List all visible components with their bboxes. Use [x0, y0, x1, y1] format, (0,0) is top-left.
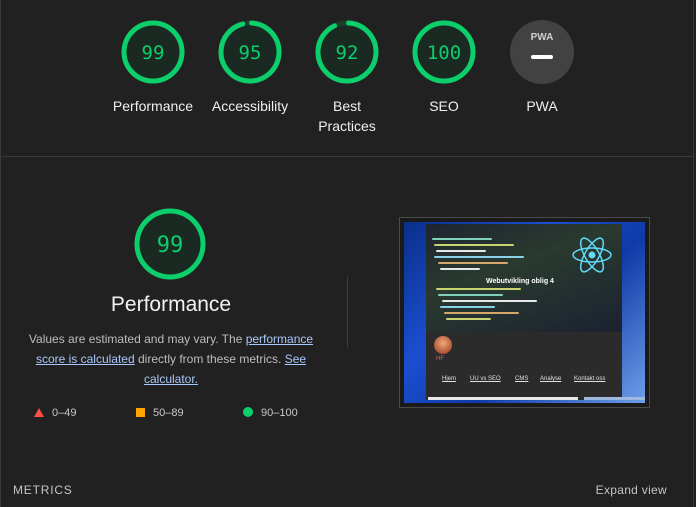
- best-practices-score-ring: 92: [315, 20, 379, 84]
- gauge-label-performance: Performance: [112, 98, 194, 114]
- performance-section: 99 Performance Values are estimated and …: [1, 157, 693, 507]
- avatar-initials: HF: [436, 356, 444, 362]
- metrics-heading: METRICS: [13, 483, 73, 497]
- gauge-pwa[interactable]: PWA PWA: [492, 20, 592, 116]
- nav-link-cms: CMS: [515, 376, 529, 382]
- performance-description: Values are estimated and may vary. The p…: [23, 329, 319, 389]
- nav-link-uu-vs-seo: UU vs SEO: [470, 376, 501, 382]
- gauge-label-seo: SEO: [429, 98, 459, 114]
- screenshot-hero-image: Webutvikling oblig 4: [426, 224, 622, 332]
- performance-main-gauge: 99: [133, 207, 207, 286]
- seo-score: 100: [427, 42, 461, 64]
- pass-circle-icon: [243, 407, 253, 417]
- final-screenshot-thumbnail[interactable]: Webutvikling oblig 4 HF Hjem UU vs SEO C…: [399, 217, 650, 408]
- performance-title: Performance: [110, 293, 232, 316]
- pwa-dash-icon: [531, 55, 553, 59]
- gauge-performance[interactable]: 99 Performance: [103, 20, 203, 116]
- gauge-label-pwa: PWA: [526, 98, 558, 114]
- desc-text-2: directly from these metrics.: [134, 352, 285, 366]
- legend-fail-label: 0–49: [52, 407, 77, 419]
- fail-triangle-icon: [34, 408, 44, 417]
- desc-text-1: Values are estimated and may vary. The: [28, 332, 246, 346]
- seo-score-ring: 100: [412, 20, 476, 84]
- category-gauges: 99 Performance 95 Accessibility 92 Best …: [1, 0, 693, 157]
- screenshot-desktop: Webutvikling oblig 4 HF Hjem UU vs SEO C…: [404, 222, 645, 403]
- accessibility-score: 95: [239, 42, 262, 64]
- legend-pass: 90–100: [243, 407, 298, 419]
- nav-link-kontakt: Kontakt oss: [574, 376, 606, 382]
- screenshot-page-card: Webutvikling oblig 4 HF Hjem UU vs SEO C…: [426, 224, 622, 400]
- score-legend: 0–49 50–89 90–100: [1, 407, 341, 423]
- expand-view-toggle[interactable]: Expand view: [596, 483, 667, 497]
- gauge-best-practices[interactable]: 92 Best Practices: [297, 20, 397, 136]
- accessibility-score-ring: 95: [218, 20, 282, 84]
- legend-fail: 0–49: [34, 407, 76, 419]
- legend-pass-label: 90–100: [261, 407, 298, 419]
- pwa-badge: PWA: [510, 20, 574, 84]
- legend-average-label: 50–89: [153, 407, 184, 419]
- average-square-icon: [136, 408, 145, 417]
- screenshot-bottom-bar: [428, 397, 578, 400]
- gauge-seo[interactable]: 100 SEO: [394, 20, 494, 116]
- screenshot-bottom-bar-2: [584, 397, 645, 400]
- gauge-accessibility[interactable]: 95 Accessibility: [200, 20, 300, 116]
- nav-link-analyse: Analyse: [540, 376, 562, 382]
- legend-average: 50–89: [136, 407, 184, 419]
- performance-main-ring: 99: [134, 208, 206, 280]
- performance-score: 99: [142, 42, 165, 64]
- nav-link-hjem: Hjem: [442, 376, 457, 382]
- pwa-logo-icon: PWA: [530, 32, 554, 43]
- best-practices-score: 92: [336, 42, 359, 64]
- performance-score-ring: 99: [121, 20, 185, 84]
- gauge-label-best-practices: Best Practices: [318, 98, 376, 134]
- section-divider: [347, 277, 348, 347]
- screenshot-hero-title: Webutvikling oblig 4: [486, 278, 554, 285]
- react-logo-icon: [572, 237, 612, 273]
- gauge-label-accessibility: Accessibility: [211, 98, 289, 114]
- performance-main-score: 99: [157, 233, 184, 258]
- lighthouse-report: 99 Performance 95 Accessibility 92 Best …: [0, 0, 694, 507]
- avatar: [434, 336, 452, 354]
